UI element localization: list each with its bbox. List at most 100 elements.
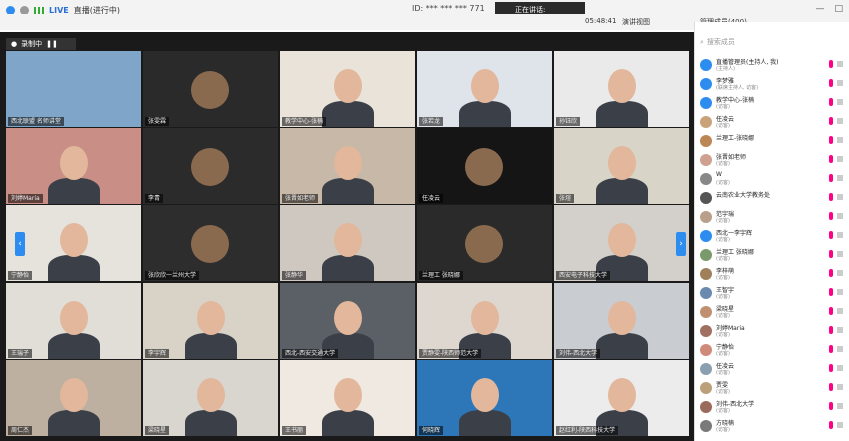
participant-item[interactable]: 教学中心-张楠 (访客) bbox=[697, 94, 847, 113]
next-page-button[interactable]: › bbox=[676, 232, 686, 256]
participant-item[interactable]: 范宇瑞 (访客) bbox=[697, 208, 847, 227]
microphone-icon[interactable] bbox=[829, 307, 833, 315]
participant-role: (主持人) bbox=[716, 66, 735, 72]
participant-item[interactable]: 云南农业大学教务处 bbox=[697, 189, 847, 208]
microphone-icon[interactable] bbox=[829, 231, 833, 239]
video-tile[interactable]: 张煊 bbox=[554, 128, 689, 204]
participant-item[interactable]: W (访客) bbox=[697, 170, 847, 189]
video-tile[interactable]: 赵红利-陕西科技大学 bbox=[554, 360, 689, 436]
participant-item[interactable]: 李梦雅 (联席主持人, 访客) bbox=[697, 75, 847, 94]
participant-face bbox=[334, 146, 362, 180]
minimize-button[interactable]: — bbox=[815, 4, 824, 14]
microphone-icon[interactable] bbox=[829, 421, 833, 429]
video-tile[interactable]: 张若龙 bbox=[417, 51, 552, 127]
participant-item[interactable]: 贾雯 (访客) bbox=[697, 379, 847, 398]
participant-item[interactable]: 兰理工 张晓娜 (访客) bbox=[697, 246, 847, 265]
video-tile[interactable]: 西安电子科技大学 bbox=[554, 205, 689, 281]
video-tile[interactable]: 教学中心-张楠 bbox=[280, 51, 415, 127]
microphone-icon[interactable] bbox=[829, 250, 833, 258]
camera-icon[interactable] bbox=[837, 289, 843, 295]
video-tile[interactable]: 张雯霖 bbox=[143, 51, 278, 127]
video-tile[interactable]: 王瑞子 bbox=[6, 283, 141, 359]
video-tile[interactable]: 刘伟-西北大学 bbox=[554, 283, 689, 359]
video-tile[interactable]: 何晓辉 bbox=[417, 360, 552, 436]
participant-item[interactable]: 刘婷Maria (访客) bbox=[697, 322, 847, 341]
camera-icon[interactable] bbox=[837, 422, 843, 428]
microphone-icon[interactable] bbox=[829, 136, 833, 144]
microphone-icon[interactable] bbox=[829, 383, 833, 391]
camera-icon[interactable] bbox=[837, 251, 843, 257]
maximize-button[interactable]: □ bbox=[834, 4, 843, 14]
microphone-icon[interactable] bbox=[829, 117, 833, 125]
tile-name-label: 李宇辉 bbox=[145, 349, 170, 358]
video-tile[interactable]: 梁晓星 bbox=[143, 360, 278, 436]
video-tile[interactable]: 宁静怡 bbox=[6, 205, 141, 281]
pause-icon[interactable]: ❚❚ bbox=[46, 40, 58, 48]
video-tile[interactable]: 王书丽 bbox=[280, 360, 415, 436]
microphone-icon[interactable] bbox=[829, 79, 833, 87]
participant-item[interactable]: 李梓萌 (访客) bbox=[697, 265, 847, 284]
microphone-icon[interactable] bbox=[829, 193, 833, 201]
camera-icon[interactable] bbox=[837, 213, 843, 219]
participant-item[interactable]: 兰理工-张晓娜 bbox=[697, 132, 847, 151]
camera-icon[interactable] bbox=[837, 384, 843, 390]
microphone-icon[interactable] bbox=[829, 212, 833, 220]
participant-item[interactable]: 方晓楠 (访客) bbox=[697, 417, 847, 436]
video-tile[interactable]: 西北-西安交通大学 bbox=[280, 283, 415, 359]
microphone-icon[interactable] bbox=[829, 402, 833, 410]
participant-role: (访客) bbox=[716, 389, 730, 395]
camera-icon[interactable] bbox=[837, 346, 843, 352]
participant-item[interactable]: 刘伟-西北大学 (访客) bbox=[697, 398, 847, 417]
participant-item[interactable]: 梁晓星 (访客) bbox=[697, 303, 847, 322]
video-tile[interactable]: 张晋如老师 bbox=[280, 128, 415, 204]
camera-icon[interactable] bbox=[837, 99, 843, 105]
participant-item[interactable]: 直播管理员(主持人, 我) (主持人) bbox=[697, 56, 847, 75]
video-tile[interactable]: 兰理工 张晓娜 bbox=[417, 205, 552, 281]
recording-indicator[interactable]: ● 录制中 ❚❚ bbox=[6, 38, 76, 50]
microphone-icon[interactable] bbox=[829, 364, 833, 372]
participant-item[interactable]: 任凌云 (访客) bbox=[697, 360, 847, 379]
camera-icon[interactable] bbox=[837, 118, 843, 124]
camera-icon[interactable] bbox=[837, 80, 843, 86]
microphone-icon[interactable] bbox=[829, 345, 833, 353]
participant-item[interactable]: 西北一李宇辉 (访客) bbox=[697, 227, 847, 246]
camera-icon[interactable] bbox=[837, 194, 843, 200]
video-tile[interactable]: 刘婷Maria bbox=[6, 128, 141, 204]
participant-item[interactable]: 宁静怡 (访客) bbox=[697, 341, 847, 360]
video-tile[interactable]: 任凌云 bbox=[417, 128, 552, 204]
participant-item[interactable]: 张晋如老师 (访客) bbox=[697, 151, 847, 170]
participant-item[interactable]: 任凌云 (访客) bbox=[697, 113, 847, 132]
tile-name-label: 孙钰欣 bbox=[556, 117, 581, 126]
video-tile[interactable]: 李宇辉 bbox=[143, 283, 278, 359]
camera-icon[interactable] bbox=[837, 232, 843, 238]
participant-body bbox=[48, 333, 100, 359]
search-box[interactable]: ⌕ 搜索成员 bbox=[700, 36, 840, 48]
microphone-icon[interactable] bbox=[829, 60, 833, 68]
microphone-icon[interactable] bbox=[829, 326, 833, 334]
camera-icon[interactable] bbox=[837, 270, 843, 276]
microphone-icon[interactable] bbox=[829, 269, 833, 277]
video-tile[interactable]: 张欣欣一兰州大学 bbox=[143, 205, 278, 281]
video-tile[interactable]: 周仁杰 bbox=[6, 360, 141, 436]
microphone-icon[interactable] bbox=[829, 98, 833, 106]
participant-item[interactable]: 王智宇 (访客) bbox=[697, 284, 847, 303]
camera-icon[interactable] bbox=[837, 403, 843, 409]
camera-icon[interactable] bbox=[837, 137, 843, 143]
camera-icon[interactable] bbox=[837, 156, 843, 162]
layout-button[interactable]: 演讲视图 bbox=[622, 17, 650, 27]
microphone-icon[interactable] bbox=[829, 155, 833, 163]
video-tile[interactable]: 贾静雯-陕西师范大学 bbox=[417, 283, 552, 359]
microphone-icon[interactable] bbox=[829, 174, 833, 182]
microphone-icon[interactable] bbox=[829, 288, 833, 296]
video-tile[interactable]: 李青 bbox=[143, 128, 278, 204]
video-tile[interactable]: 张静华 bbox=[280, 205, 415, 281]
prev-page-button[interactable]: ‹ bbox=[15, 232, 25, 256]
camera-icon[interactable] bbox=[837, 175, 843, 181]
video-tile[interactable]: 孙钰欣 bbox=[554, 51, 689, 127]
search-input[interactable]: 搜索成员 bbox=[707, 37, 735, 47]
camera-icon[interactable] bbox=[837, 308, 843, 314]
camera-icon[interactable] bbox=[837, 365, 843, 371]
video-tile[interactable]: 西北联盟 名师讲堂 bbox=[6, 51, 141, 127]
camera-icon[interactable] bbox=[837, 61, 843, 67]
camera-icon[interactable] bbox=[837, 327, 843, 333]
